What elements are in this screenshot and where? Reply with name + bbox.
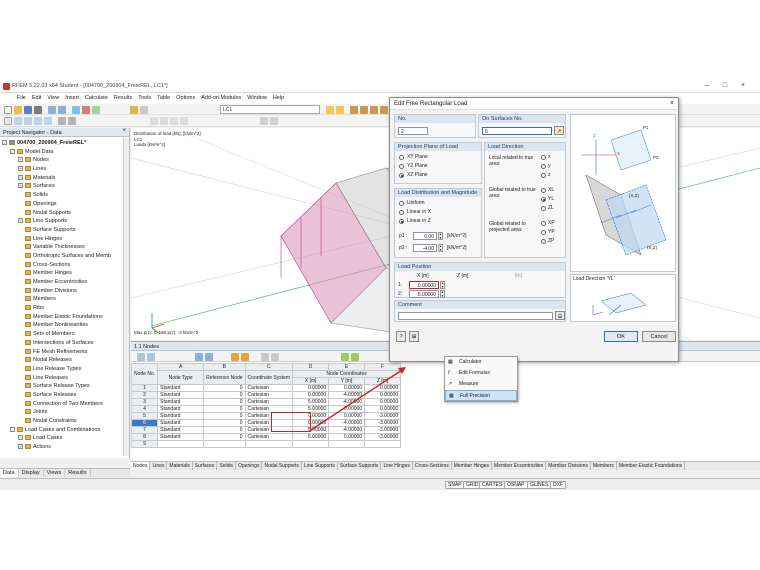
radio-local-z[interactable]: [541, 173, 546, 178]
load-no-input[interactable]: 2: [398, 127, 428, 135]
comment-input[interactable]: [398, 312, 553, 320]
preview-label-p1: P1: [643, 125, 649, 130]
preview-label-p2: P2: [653, 155, 659, 160]
position-x2-input[interactable]: 5.00000: [409, 290, 439, 298]
radio-xy-plane[interactable]: [399, 155, 404, 160]
direction-title: Load Direction: [485, 143, 565, 151]
details-icon[interactable]: ⊞: [409, 331, 419, 342]
preview-svg: [581, 129, 667, 256]
menu-item-measure[interactable]: ↗ Measure: [445, 379, 517, 390]
preview-graphic: P1 P2 X Z (X,Z) (X,Z): [570, 114, 676, 272]
distribution-group: Load Distribution and Magnitude Uniform …: [394, 188, 482, 258]
direction-preview: Load Direction 'YL': [570, 274, 676, 322]
pick-surface-icon[interactable]: ↗: [554, 126, 564, 135]
calculator-icon: ▦: [448, 359, 453, 365]
direction-x-axis: [592, 311, 604, 316]
input-context-menu: ▦ Calculator f Edit Formulas ↗ Measure ▦ Ful…: [444, 356, 518, 402]
dialog-title-bar: Edit Free Rectangular Load ×: [390, 98, 678, 110]
x2-spinner-icon[interactable]: ▲ ▼: [440, 290, 445, 298]
radio-local-y[interactable]: [541, 164, 546, 169]
radio-global-zp[interactable]: [541, 239, 546, 244]
radio-linear-z[interactable]: [399, 219, 404, 224]
direction-plane: [600, 292, 647, 314]
cancel-button[interactable]: Cancel: [642, 331, 676, 342]
preview-label-x: X: [617, 151, 621, 156]
preview-plane: [610, 129, 652, 171]
no-group: No. 2: [394, 114, 476, 138]
radio-global-yp[interactable]: [541, 230, 546, 235]
radio-global-xl[interactable]: [541, 188, 546, 193]
surfaces-input[interactable]: 6: [482, 127, 552, 135]
formula-icon: f: [448, 370, 450, 376]
help-icon[interactable]: ?: [396, 331, 406, 342]
radio-global-xp[interactable]: [541, 221, 546, 226]
dialog-close-icon[interactable]: ×: [670, 100, 674, 107]
comment-group: Comment ☰: [394, 300, 566, 322]
direction-svg: [592, 292, 647, 316]
menu-item-calculator[interactable]: ▦ Calculator: [445, 357, 517, 368]
p2-spinner-icon[interactable]: ▲ ▼: [438, 244, 443, 252]
menu-item-full-precision[interactable]: ▦ Full Precision: [445, 390, 517, 401]
preview-label-xz2: (X,Z): [647, 245, 657, 250]
radio-global-zl[interactable]: [541, 206, 546, 211]
position-x1-input[interactable]: 0.00000: [409, 281, 439, 289]
surfaces-group: On Surfaces No. 6 ↗: [478, 114, 566, 138]
callout-line: [310, 369, 403, 431]
radio-linear-x[interactable]: [399, 210, 404, 215]
arrowhead-icon: [398, 367, 406, 374]
preview-caption: Load Direction 'YL': [573, 276, 615, 282]
edit-free-rectangular-load-dialog: Edit Free Rectangular Load × No. 2 On Su…: [389, 97, 679, 362]
ok-button[interactable]: OK: [604, 331, 638, 342]
p2-input[interactable]: -4.00: [413, 244, 437, 252]
radio-xz-plane[interactable]: [399, 173, 404, 178]
preview-label-z: Z: [593, 133, 596, 138]
measure-icon: ↗: [448, 381, 453, 387]
comment-title: Comment: [395, 301, 565, 309]
radio-local-x[interactable]: [541, 155, 546, 160]
radio-uniform[interactable]: [399, 201, 404, 206]
radio-global-yl[interactable]: [541, 197, 546, 202]
no-label: No.: [395, 115, 475, 123]
projection-title: Projection Plane of Load: [395, 143, 481, 151]
position-title: Load Position: [395, 263, 565, 271]
radio-yz-plane[interactable]: [399, 164, 404, 169]
comment-pick-icon[interactable]: ☰: [555, 311, 565, 320]
x1-spinner-icon[interactable]: ▲ ▼: [440, 281, 445, 289]
dialog-title: Edit Free Rectangular Load: [394, 101, 468, 107]
precision-icon: ▦: [449, 393, 454, 399]
distribution-title: Load Distribution and Magnitude: [395, 189, 481, 197]
load-position-group: Load Position X [m] Z [m] [m] 1: 0.00000…: [394, 262, 566, 298]
preview-label-xz1: (X,Z): [629, 193, 639, 198]
menu-item-edit-formulas[interactable]: f Edit Formulas: [445, 368, 517, 379]
p1-spinner-icon[interactable]: ▲ ▼: [438, 232, 443, 240]
p1-input[interactable]: 0.00: [413, 232, 437, 240]
load-direction-group: Load Direction Local related to true are…: [484, 142, 566, 258]
on-surfaces-label: On Surfaces No.: [479, 115, 565, 123]
projection-group: Projection Plane of Load XY Plane YZ Pla…: [394, 142, 482, 184]
